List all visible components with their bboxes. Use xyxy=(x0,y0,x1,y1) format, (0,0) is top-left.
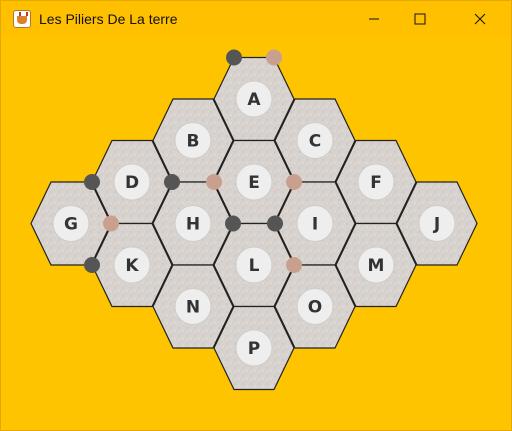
hex-label: I xyxy=(312,215,318,235)
pillar-dark-3[interactable] xyxy=(84,174,100,190)
hex-label: F xyxy=(370,173,382,193)
close-icon xyxy=(474,13,486,25)
maximize-button[interactable] xyxy=(397,1,443,37)
hex-label: G xyxy=(64,215,78,235)
game-window: Les Piliers De La terre A B C D E F G H … xyxy=(0,0,512,431)
close-button[interactable] xyxy=(457,1,503,37)
hex-label: E xyxy=(248,173,260,193)
pillar-dark-9[interactable] xyxy=(225,215,241,232)
pillar-light-2[interactable] xyxy=(266,49,282,66)
pillar-light-5[interactable] xyxy=(206,174,222,190)
hex-label: D xyxy=(125,173,139,193)
pillar-light-6[interactable] xyxy=(286,174,302,190)
hex-label: A xyxy=(247,90,261,110)
hex-label: B xyxy=(187,132,200,152)
pillar-light-11[interactable] xyxy=(286,257,302,273)
pillar-dark-4[interactable] xyxy=(164,174,180,190)
hex-label: M xyxy=(368,256,385,276)
hex-label: P xyxy=(248,339,260,359)
maximize-icon xyxy=(414,13,426,25)
hex-label: L xyxy=(249,256,260,276)
title-bar[interactable]: Les Piliers De La terre xyxy=(1,1,511,37)
java-cup-icon xyxy=(13,10,31,28)
hex-board: A B C D E F G H I J K L M N O P xyxy=(30,49,478,391)
pillar-dark-10[interactable] xyxy=(267,215,283,232)
pillar-dark-8[interactable] xyxy=(84,257,100,273)
pillar-dark-1[interactable] xyxy=(226,49,242,66)
hex-label: O xyxy=(308,298,322,318)
pillar-light-7[interactable] xyxy=(103,215,119,232)
hex-label: K xyxy=(125,256,139,276)
game-board-area: A B C D E F G H I J K L M N O P xyxy=(1,37,511,430)
hex-label: H xyxy=(186,215,200,235)
window-title: Les Piliers De La terre xyxy=(39,11,178,27)
minimize-icon xyxy=(369,18,379,20)
hex-label: N xyxy=(186,298,200,318)
hex-label: J xyxy=(433,215,440,235)
hex-label: C xyxy=(309,132,321,152)
minimize-button[interactable] xyxy=(351,1,397,37)
